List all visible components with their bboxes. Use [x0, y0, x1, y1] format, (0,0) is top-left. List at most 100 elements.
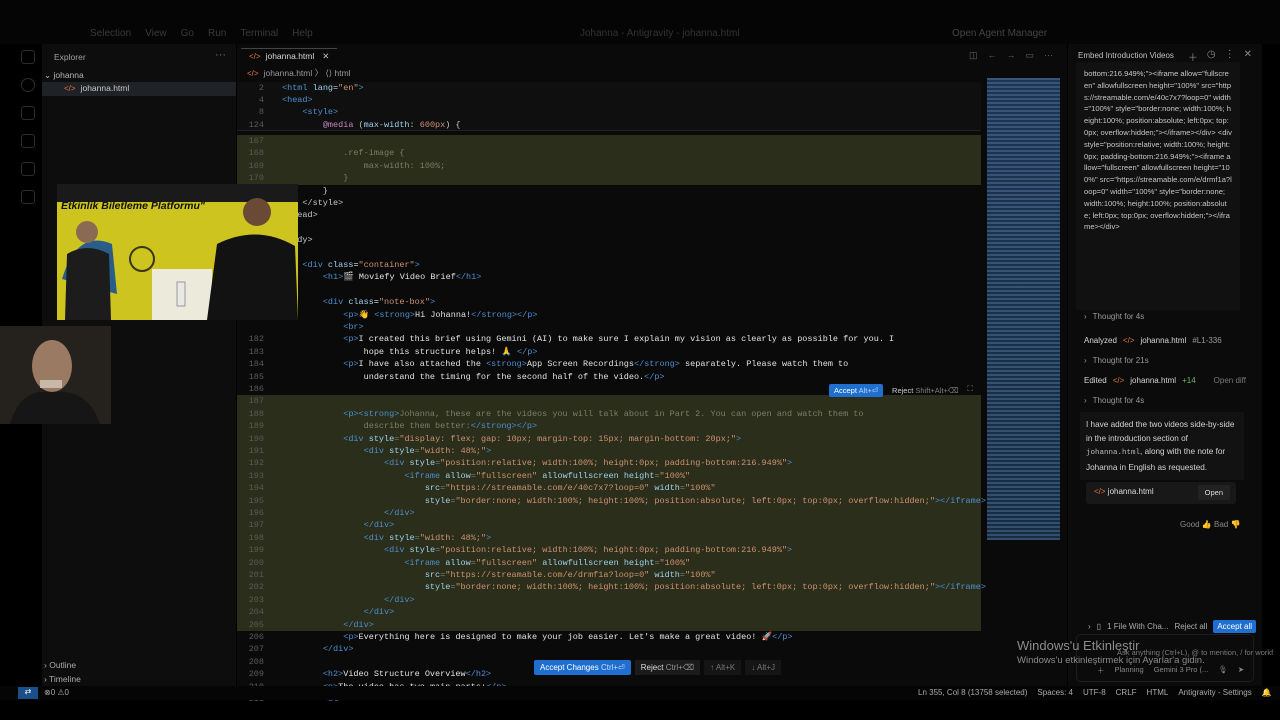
remote-indicator-icon[interactable]: ⇄	[18, 687, 38, 699]
sticky-line[interactable]: 124 @media (max-width: 600px) {	[237, 119, 981, 131]
code-line[interactable]: <div class="container">	[237, 259, 981, 271]
indentation[interactable]: Spaces: 4	[1037, 688, 1073, 697]
close-icon[interactable]: ✕	[322, 51, 329, 61]
thought-row-2[interactable]: › Thought for 21s	[1084, 356, 1149, 365]
files-changed-label[interactable]: 1 File With Cha...	[1107, 622, 1168, 631]
sticky-line[interactable]: 2 <html lang="en">	[237, 82, 981, 94]
code-line[interactable]: 193 <iframe allow="fullscreen" allowfull…	[237, 469, 981, 483]
model-select[interactable]: Gemini 3 Pro (...	[1154, 665, 1209, 676]
breadcrumb-item[interactable]: html	[335, 68, 351, 78]
code-line[interactable]: 168 .ref-image {	[237, 147, 981, 160]
more-actions-icon[interactable]: ···	[1044, 50, 1053, 61]
expand-icon[interactable]: ⛶	[968, 384, 973, 397]
split-editor-icon[interactable]: ◫	[969, 50, 978, 61]
notifications-icon[interactable]: 🔔	[1262, 688, 1272, 697]
code-line[interactable]: 183 hope this structure helps! 🙏 </p>	[237, 346, 981, 358]
extensions-icon[interactable]	[21, 190, 35, 204]
mic-icon[interactable]: 🎙	[1218, 665, 1228, 676]
open-agent-manager-button[interactable]: Open Agent Manager	[952, 28, 1047, 39]
next-change-button[interactable]: ↓ Alt+J	[745, 660, 782, 675]
code-line[interactable]: 191 <div style="width: 48%;">	[237, 445, 981, 458]
reject-hunk-button[interactable]: Reject Shift+Alt+⌫	[887, 384, 963, 397]
layout-icon[interactable]: ▭	[1025, 50, 1034, 61]
code-line[interactable]: 167	[237, 135, 981, 148]
code-line[interactable]: 190 <div style="display: flex; gap: 10px…	[237, 432, 981, 445]
code-line[interactable]	[237, 222, 981, 234]
folder-johanna[interactable]: ⌄ johanna	[44, 70, 234, 81]
code-line[interactable]: 189 describe them better:</strong></p>	[237, 420, 981, 433]
breadcrumb-file[interactable]: johanna.html	[264, 68, 313, 78]
source-control-icon[interactable]	[21, 106, 35, 120]
code-line[interactable]: 204 </div>	[237, 606, 981, 619]
code-line[interactable]: 198 <div style="width: 48%;">	[237, 531, 981, 545]
code-line[interactable]: </head>	[237, 209, 981, 221]
reject-all-button[interactable]: Reject all	[1174, 622, 1207, 631]
code-line[interactable]: 169 max-width: 100%;	[237, 159, 981, 173]
code-line[interactable]: 195 style="border:none; width:100%; heig…	[237, 494, 986, 507]
thumbs-down-icon[interactable]: 👎	[1230, 520, 1240, 529]
file-johanna-html[interactable]: </> johanna.html	[42, 82, 236, 96]
code-line[interactable]: 182 <p>I created this brief using Gemini…	[237, 333, 981, 345]
menu-go[interactable]: Go	[181, 28, 194, 39]
code-line[interactable]: <div class="note-box">	[237, 296, 981, 308]
open-file-button[interactable]: Open	[1197, 485, 1230, 500]
code-line[interactable]: 203 </div>	[237, 593, 981, 607]
menu-terminal[interactable]: Terminal	[240, 28, 278, 39]
previous-change-button[interactable]: ↑ Alt+K	[704, 660, 742, 675]
code-line[interactable]: 187	[237, 395, 981, 408]
open-diff-link[interactable]: Open diff	[1214, 376, 1246, 385]
accept-changes-button[interactable]: Accept Changes Ctrl+⏎	[534, 660, 631, 675]
accept-all-button[interactable]: Accept all	[1213, 620, 1257, 633]
code-line[interactable]: 206 <p>Everything here is designed to ma…	[237, 631, 981, 643]
more-actions-icon[interactable]: ···	[215, 49, 226, 61]
settings-indicator[interactable]: Antigravity - Settings	[1178, 688, 1251, 697]
close-icon[interactable]: ✕	[1244, 49, 1252, 64]
code-line[interactable]	[237, 284, 981, 296]
problems-indicator[interactable]: ⊗0 ⚠0	[44, 688, 69, 697]
analyzed-row[interactable]: Analyzed </> johanna.html #L1-336	[1084, 336, 1222, 345]
tab-johanna-html[interactable]: </> johanna.html ✕	[241, 48, 338, 66]
code-line[interactable]: <h1>🎬 Moviefy Video Brief</h1>	[237, 271, 981, 283]
sticky-line[interactable]: 4 <head>	[237, 94, 981, 106]
arrow-right-icon[interactable]: →	[1006, 50, 1015, 61]
code-line[interactable]: 194 src="https://streamable.com/e/40c7x7…	[237, 482, 981, 495]
code-line[interactable]: <p>👋 <strong>Hi Johanna!</strong></p>	[237, 309, 981, 321]
code-line[interactable]: 192 <div style="position:relative; width…	[237, 457, 981, 470]
files-icon[interactable]	[21, 50, 35, 64]
menu-help[interactable]: Help	[292, 28, 313, 39]
code-line[interactable]: 199 <div style="position:relative; width…	[237, 544, 981, 557]
timeline-section[interactable]: › Timeline	[44, 674, 81, 684]
planning-mode[interactable]: Planning	[1115, 665, 1144, 676]
code-line[interactable]: 197 </div>	[237, 519, 981, 532]
menu-selection[interactable]: Selection	[90, 28, 131, 39]
good-label[interactable]: Good	[1180, 520, 1200, 529]
code-line[interactable]: 184 <p>I have also attached the <strong>…	[237, 358, 981, 370]
code-line[interactable]: 201 src="https://streamable.com/e/drmf1a…	[237, 569, 981, 582]
code-line[interactable]: 188 <p><strong>Johanna, these are the vi…	[237, 407, 981, 421]
line-ending[interactable]: CRLF	[1116, 688, 1137, 697]
code-line[interactable]: 207 </div>	[237, 643, 981, 655]
remote-icon[interactable]	[21, 162, 35, 176]
code-line[interactable]: 185 understand the timing for the second…	[237, 371, 981, 383]
code-line[interactable]: 205 </div>	[237, 618, 981, 631]
bad-label[interactable]: Bad	[1214, 520, 1228, 529]
accept-hunk-button[interactable]: Accept Alt+⏎	[829, 384, 884, 397]
code-line[interactable]: </style>	[237, 197, 981, 209]
thumbs-up-icon[interactable]: 👍	[1202, 520, 1212, 529]
code-line[interactable]	[237, 247, 981, 259]
reject-changes-button[interactable]: Reject Ctrl+⌫	[634, 660, 701, 675]
minimap[interactable]	[987, 78, 1060, 540]
code-line[interactable]: }	[237, 185, 981, 197]
code-line[interactable]: 196 </div>	[237, 507, 981, 520]
code-line[interactable]: 202 style="border:none; width:100%; heig…	[237, 581, 986, 594]
code-line[interactable]: <body>	[237, 234, 981, 246]
thought-row-3[interactable]: › Thought for 4s	[1084, 396, 1144, 405]
code-line[interactable]: <br>	[237, 321, 981, 333]
search-icon[interactable]	[21, 78, 35, 92]
plus-icon[interactable]: ＋	[1097, 665, 1105, 676]
code-line[interactable]: 170 }	[237, 172, 981, 185]
thought-row-1[interactable]: › Thought for 4s	[1084, 312, 1144, 321]
encoding[interactable]: UTF-8	[1083, 688, 1106, 697]
menu-view[interactable]: View	[145, 28, 167, 39]
language-mode[interactable]: HTML	[1147, 688, 1169, 697]
